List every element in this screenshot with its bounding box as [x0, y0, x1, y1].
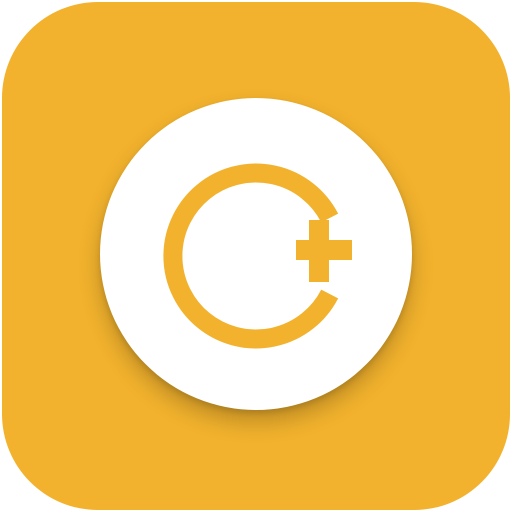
- app-icon[interactable]: [0, 0, 512, 512]
- ring-with-plus-icon: [163, 163, 352, 349]
- plus-horizontal-bar: [296, 240, 352, 260]
